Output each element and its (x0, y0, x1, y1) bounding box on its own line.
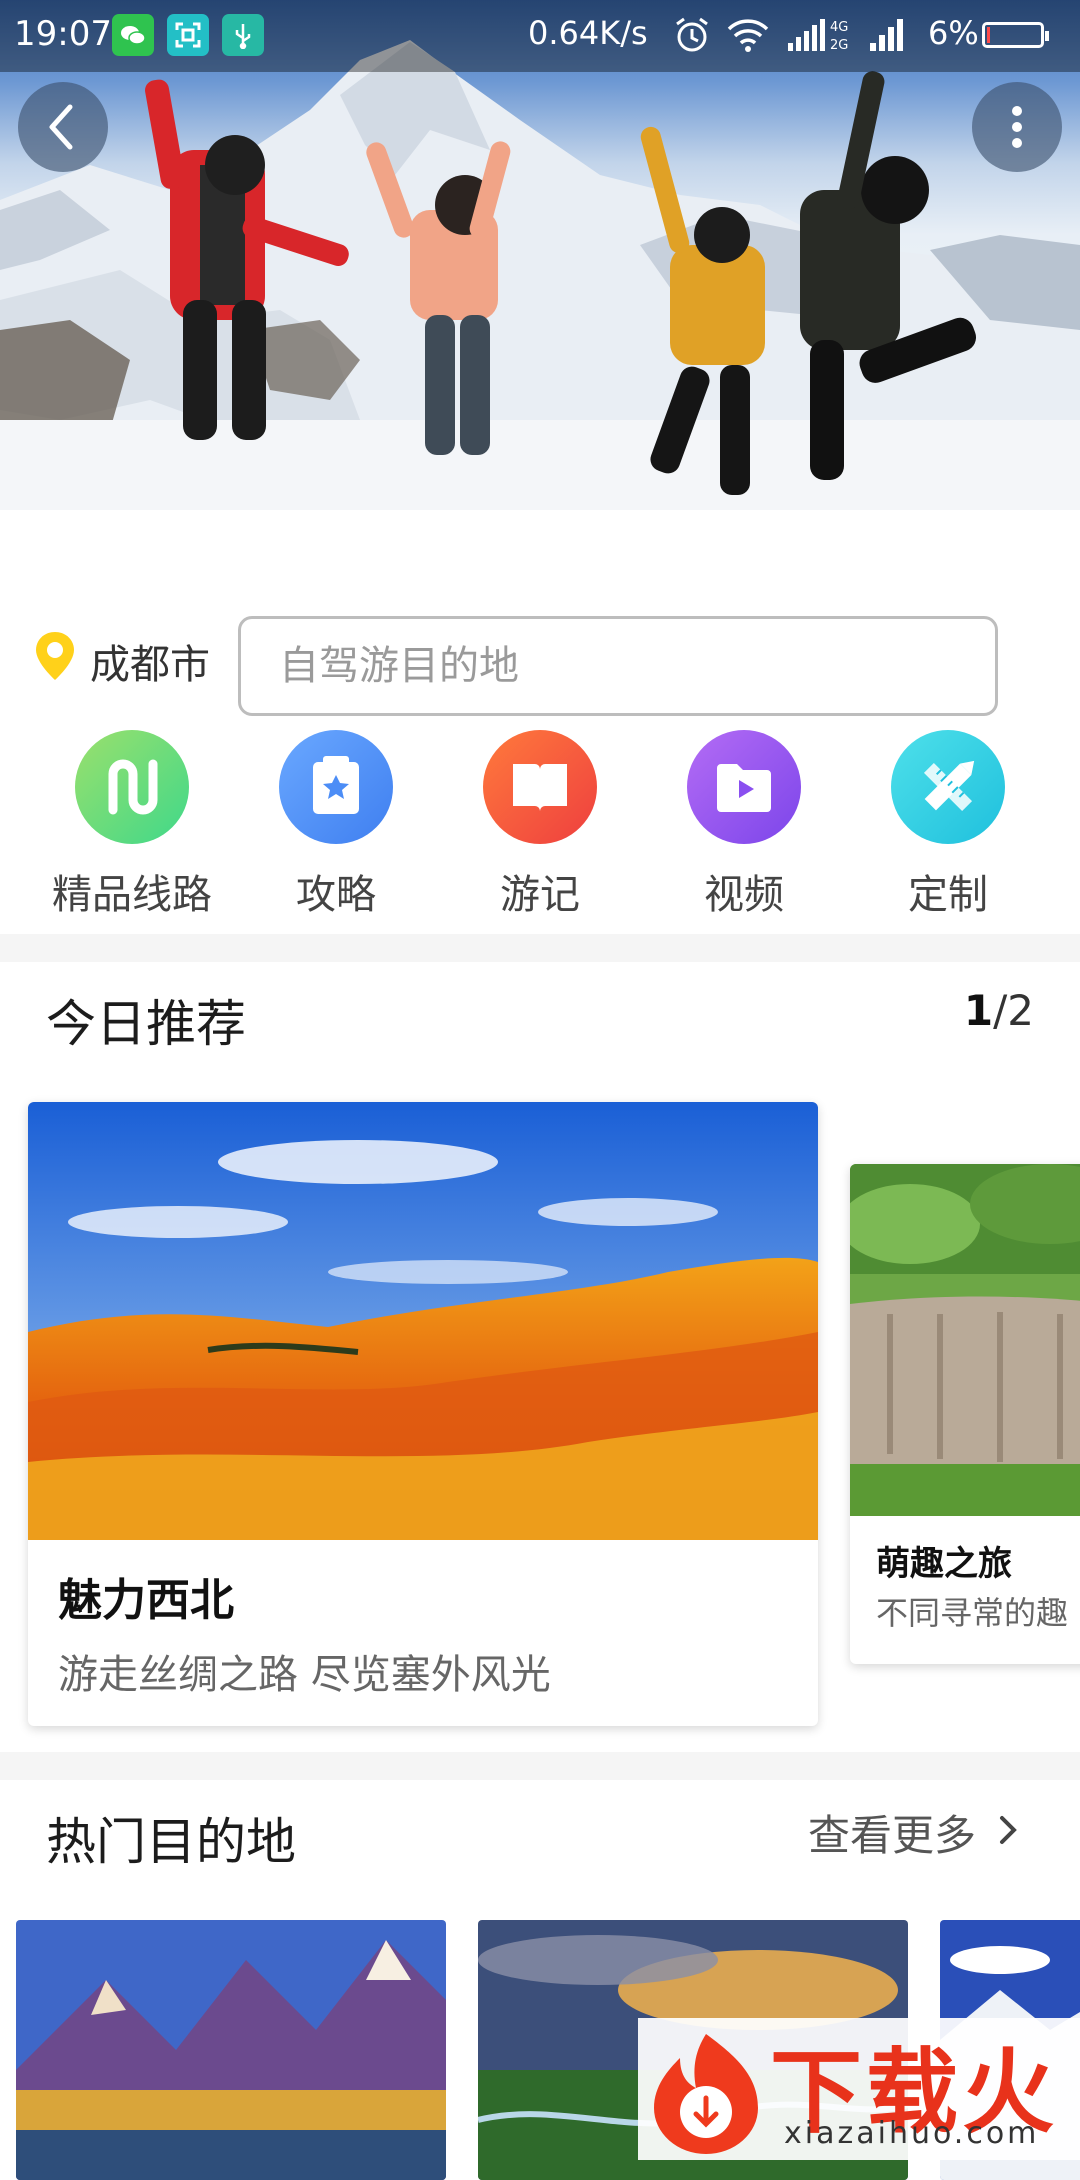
wifi-icon (727, 19, 769, 52)
pager-current: 1 (963, 986, 994, 1035)
section-divider (0, 934, 1080, 962)
watermark-logo-icon (654, 2034, 758, 2154)
category-label: 攻略 (296, 872, 376, 918)
alarm-icon (676, 17, 708, 52)
destination-card[interactable] (16, 1920, 446, 2180)
category-routes[interactable]: 精品线路 (42, 730, 222, 920)
card-image-forest-stump (850, 1164, 1080, 1516)
recommend-pager: 1/2 (964, 986, 1034, 1035)
video-folder-icon (687, 730, 801, 844)
category-label: 视频 (704, 872, 784, 918)
signal-4g-icon: 4G2G (788, 19, 848, 53)
more-menu-button[interactable] (972, 82, 1062, 172)
destinations-title: 热门目的地 (46, 1813, 296, 1871)
category-label: 游记 (500, 872, 580, 918)
chevron-right-icon[interactable] (996, 1812, 1020, 1848)
signal-icon (870, 19, 903, 51)
card-image-rainbow-mountains (28, 1102, 818, 1540)
hero-image (0, 40, 1080, 510)
category-label: 精品线路 (52, 872, 212, 918)
card-title: 萌趣之旅 (876, 1544, 1012, 1584)
svg-text:4G: 4G (830, 20, 848, 35)
section-divider (0, 1752, 1080, 1780)
search-input[interactable] (277, 619, 981, 713)
svg-text:2G: 2G (830, 38, 848, 53)
pencil-ruler-icon (891, 730, 1005, 844)
battery-level (987, 27, 990, 43)
more-vertical-icon (1012, 106, 1022, 148)
recommend-card[interactable]: 魅力西北 游走丝绸之路 尽览塞外风光 (28, 1102, 818, 1726)
category-video[interactable]: 视频 (654, 730, 834, 920)
search-box[interactable] (238, 616, 998, 716)
wechat-icon (112, 14, 154, 56)
recommend-title: 今日推荐 (46, 995, 246, 1053)
route-icon (75, 730, 189, 844)
open-book-icon (483, 730, 597, 844)
status-time: 19:07 (14, 14, 112, 54)
battery-icon (982, 22, 1049, 48)
back-button[interactable] (18, 82, 108, 172)
destination-image-mountain-lake (16, 1920, 446, 2180)
card-subtitle: 不同寻常的趣 (876, 1594, 1069, 1632)
status-bar: 19:07 0.64K/s 4G 2G 6% (0, 0, 1080, 72)
card-title: 魅力西北 (58, 1575, 234, 1626)
guide-book-icon (279, 730, 393, 844)
battery-percent: 6% (928, 14, 979, 52)
category-guides[interactable]: 攻略 (246, 730, 426, 920)
hero-banner: 19:07 0.64K/s 4G 2G 6% (0, 0, 1080, 510)
category-label: 定制 (908, 872, 988, 918)
see-more-link[interactable]: 查看更多 (808, 1802, 976, 1863)
location-pin-icon[interactable] (33, 630, 77, 682)
watermark-url: xiazaihuo.com (784, 2116, 1040, 2151)
recommend-card[interactable]: 萌趣之旅 不同寻常的趣 (850, 1164, 1080, 1664)
category-custom[interactable]: 定制 (858, 730, 1038, 920)
usb-icon (222, 14, 264, 56)
card-subtitle: 游走丝绸之路 尽览塞外风光 (58, 1652, 551, 1698)
pager-total: /2 (993, 986, 1034, 1035)
network-speed: 0.64K/s (528, 14, 648, 52)
screenshot-icon (167, 14, 209, 56)
current-city[interactable]: 成都市 (90, 632, 210, 690)
category-travelogue[interactable]: 游记 (450, 730, 630, 920)
chevron-left-icon (49, 104, 73, 150)
